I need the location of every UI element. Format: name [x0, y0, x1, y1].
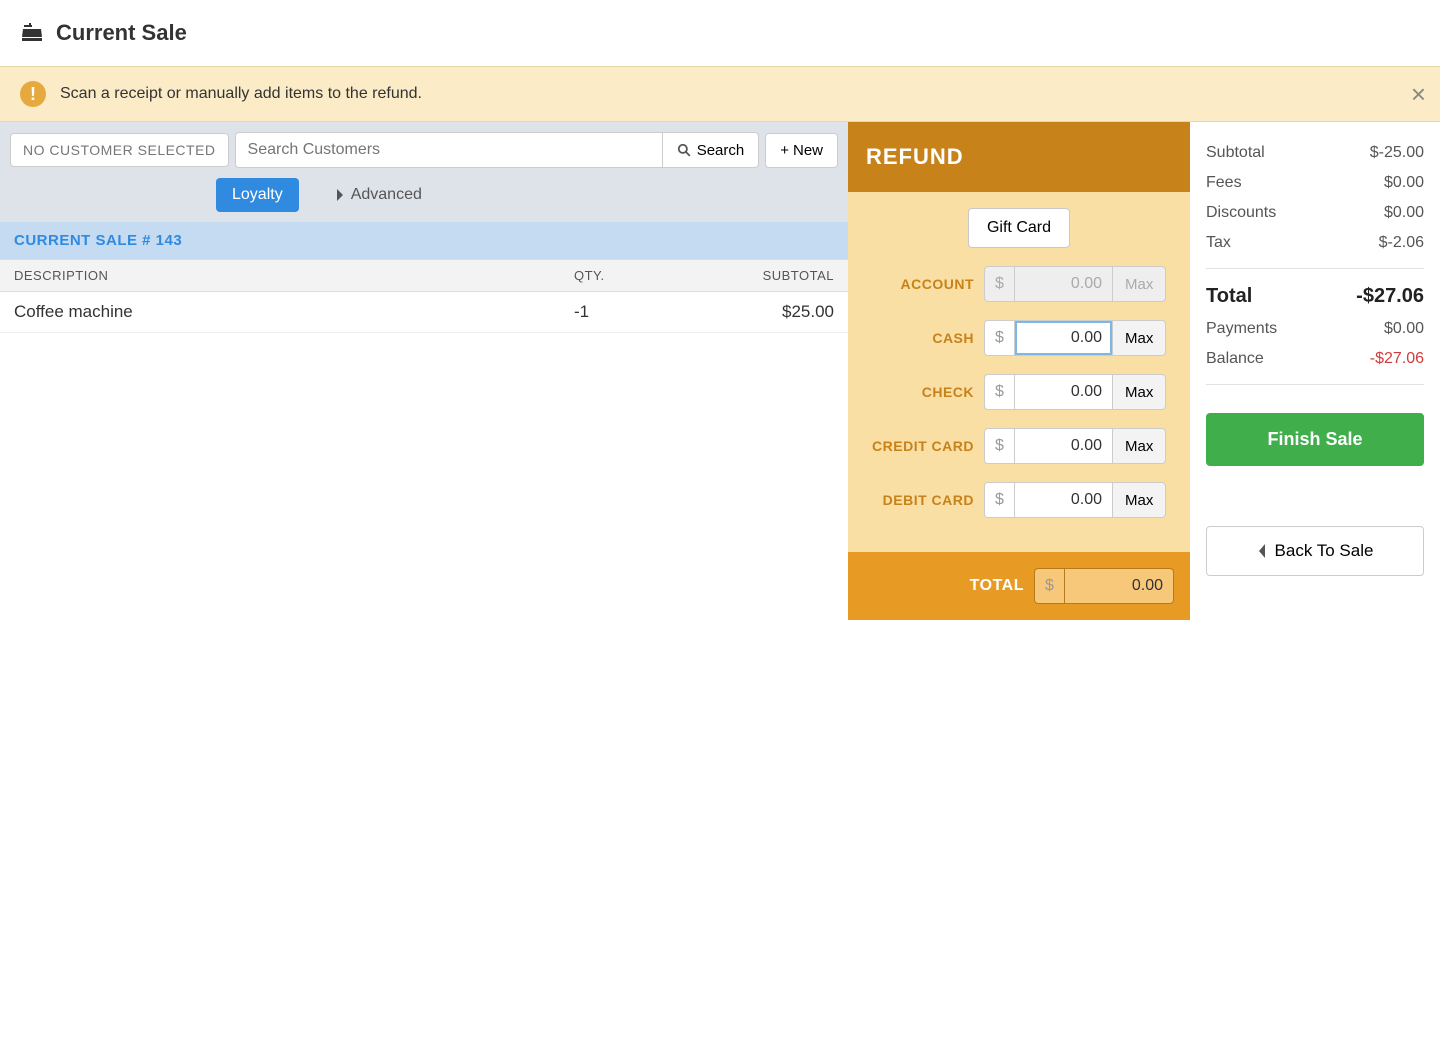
refund-panel: REFUND Gift Card ACCOUNT $ Max CASH $ Ma…: [848, 122, 1190, 620]
cash-row: CASH $ Max: [864, 320, 1174, 356]
check-label: CHECK: [864, 384, 974, 400]
col-description: DESCRIPTION: [14, 268, 574, 283]
tax-value: $-2.06: [1379, 234, 1424, 252]
row-subtotal: $25.00: [694, 302, 834, 322]
notice-banner: ! Scan a receipt or manually add items t…: [0, 66, 1440, 122]
check-input[interactable]: [1014, 374, 1112, 410]
discounts-label: Discounts: [1206, 204, 1276, 222]
total-value: -$27.06: [1356, 285, 1424, 308]
account-max-button: Max: [1112, 266, 1166, 302]
finish-sale-button[interactable]: Finish Sale: [1206, 413, 1424, 466]
payments-value: $0.00: [1384, 320, 1424, 338]
chevron-left-icon: [1257, 544, 1267, 558]
currency-symbol: $: [984, 320, 1014, 356]
debit-input[interactable]: [1014, 482, 1112, 518]
cash-max-button[interactable]: Max: [1112, 320, 1166, 356]
debit-max-button[interactable]: Max: [1112, 482, 1166, 518]
back-button-label: Back To Sale: [1275, 541, 1374, 561]
debit-row: DEBIT CARD $ Max: [864, 482, 1174, 518]
no-customer-pill[interactable]: NO CUSTOMER SELECTED: [10, 133, 229, 167]
customer-search-input[interactable]: [235, 132, 662, 168]
refund-total-input: [1064, 568, 1174, 604]
refund-total-row: TOTAL $: [848, 552, 1190, 620]
alert-icon: !: [20, 81, 46, 107]
col-qty: QTY.: [574, 268, 694, 283]
account-input: [1014, 266, 1112, 302]
table-row[interactable]: Coffee machine -1 $25.00: [0, 292, 848, 333]
cash-label: CASH: [864, 330, 974, 346]
search-icon: [677, 143, 691, 157]
tax-label: Tax: [1206, 234, 1231, 252]
new-customer-button[interactable]: + New: [765, 133, 838, 168]
credit-row: CREDIT CARD $ Max: [864, 428, 1174, 464]
tab-loyalty[interactable]: Loyalty: [216, 178, 299, 212]
row-desc: Coffee machine: [14, 302, 574, 322]
currency-symbol: $: [984, 428, 1014, 464]
current-sale-heading: CURRENT SALE # 143: [0, 222, 848, 259]
credit-input[interactable]: [1014, 428, 1112, 464]
cash-register-icon: [20, 21, 44, 45]
payments-label: Payments: [1206, 320, 1277, 338]
page-header: Current Sale: [0, 0, 1440, 66]
customer-bar: NO CUSTOMER SELECTED Search + New: [0, 122, 848, 178]
sale-panel: NO CUSTOMER SELECTED Search + New Loyalt…: [0, 122, 848, 333]
notice-text: Scan a receipt or manually add items to …: [60, 85, 422, 103]
col-subtotal: SUBTOTAL: [694, 268, 834, 283]
chevron-right-icon: [335, 189, 345, 201]
summary-panel: Subtotal $-25.00 Fees $0.00 Discounts $0.00…: [1190, 122, 1440, 592]
page-title: Current Sale: [56, 20, 187, 46]
close-icon[interactable]: ×: [1411, 81, 1426, 107]
customer-search-button[interactable]: Search: [662, 132, 760, 168]
check-row: CHECK $ Max: [864, 374, 1174, 410]
check-max-button[interactable]: Max: [1112, 374, 1166, 410]
credit-max-button[interactable]: Max: [1112, 428, 1166, 464]
plus-icon: +: [780, 142, 789, 159]
sale-table-header: DESCRIPTION QTY. SUBTOTAL: [0, 259, 848, 292]
subtotal-value: $-25.00: [1370, 144, 1424, 162]
balance-value: -$27.06: [1370, 350, 1424, 368]
account-label: ACCOUNT: [864, 276, 974, 292]
currency-symbol: $: [1034, 568, 1064, 604]
row-qty: -1: [574, 302, 694, 322]
back-to-sale-button[interactable]: Back To Sale: [1206, 526, 1424, 576]
currency-symbol: $: [984, 266, 1014, 302]
subtotal-label: Subtotal: [1206, 144, 1265, 162]
tab-advanced[interactable]: Advanced: [319, 178, 438, 212]
discounts-value: $0.00: [1384, 204, 1424, 222]
fees-label: Fees: [1206, 174, 1242, 192]
credit-label: CREDIT CARD: [864, 438, 974, 454]
search-button-label: Search: [697, 142, 745, 159]
cash-input[interactable]: [1014, 320, 1112, 356]
balance-label: Balance: [1206, 350, 1264, 368]
gift-card-button[interactable]: Gift Card: [968, 208, 1070, 248]
tab-advanced-label: Advanced: [351, 186, 422, 204]
fees-value: $0.00: [1384, 174, 1424, 192]
total-label: Total: [1206, 285, 1252, 308]
new-button-label: New: [793, 142, 823, 159]
account-row: ACCOUNT $ Max: [864, 266, 1174, 302]
refund-heading: REFUND: [848, 122, 1190, 192]
debit-label: DEBIT CARD: [864, 492, 974, 508]
currency-symbol: $: [984, 482, 1014, 518]
currency-symbol: $: [984, 374, 1014, 410]
customer-tabs: Loyalty Advanced: [0, 178, 848, 222]
refund-total-label: TOTAL: [864, 577, 1024, 595]
